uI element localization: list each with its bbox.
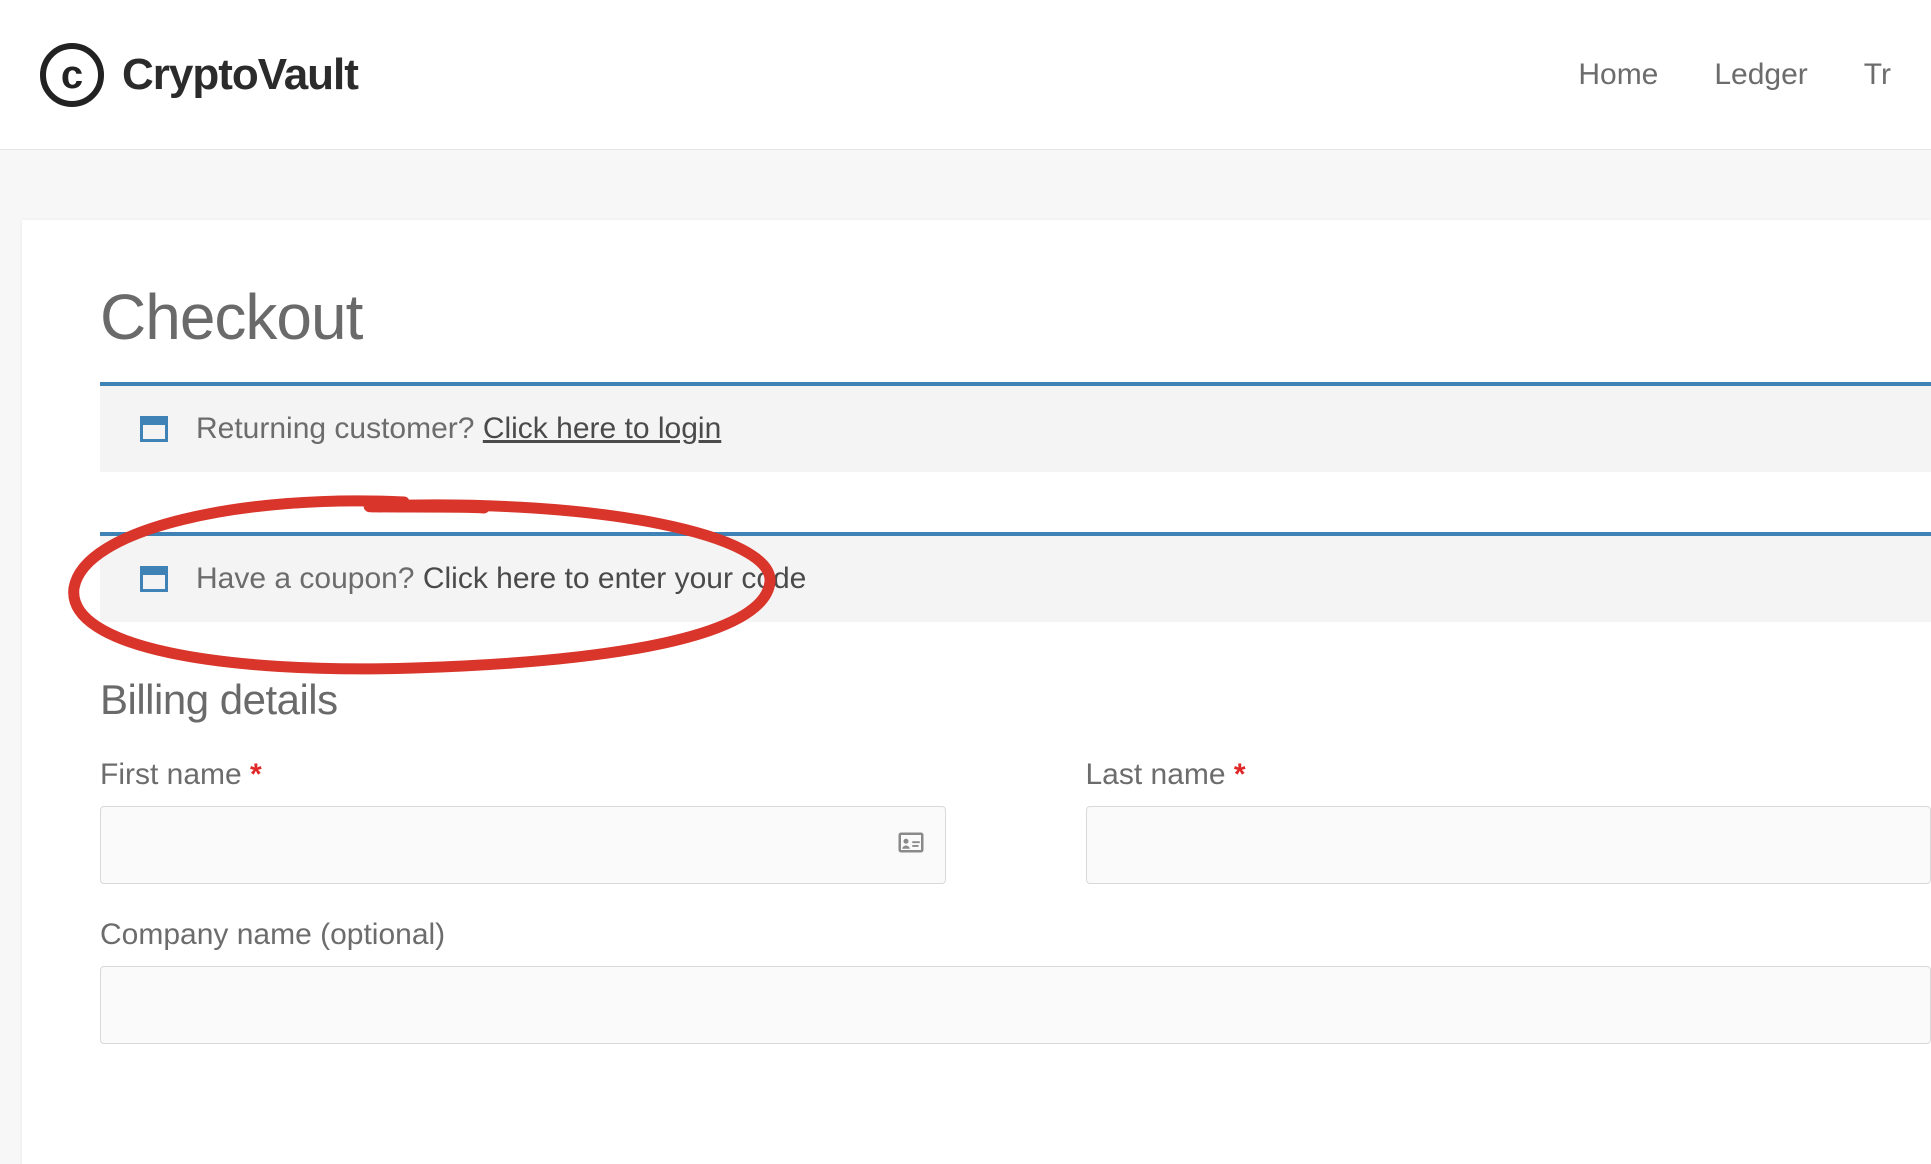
- login-notice-text: Returning customer? Click here to login: [196, 412, 721, 446]
- first-name-group: First name *: [100, 758, 946, 884]
- billing-heading: Billing details: [100, 676, 1931, 724]
- brand[interactable]: c CryptoVault: [40, 43, 358, 107]
- company-label: Company name (optional): [100, 918, 1931, 952]
- contact-card-icon: [896, 828, 926, 863]
- first-name-input[interactable]: [100, 806, 946, 884]
- site-header: c CryptoVault Home Ledger Tr: [0, 0, 1931, 150]
- first-name-label-text: First name: [100, 758, 250, 791]
- last-name-label: Last name *: [1086, 758, 1931, 792]
- login-link[interactable]: Click here to login: [483, 412, 721, 445]
- name-row: First name * Last name *: [100, 758, 1931, 884]
- required-marker: *: [250, 758, 262, 791]
- top-nav: Home Ledger Tr: [1578, 58, 1891, 92]
- window-icon: [140, 416, 168, 442]
- company-input[interactable]: [100, 966, 1931, 1044]
- last-name-label-text: Last name: [1086, 758, 1234, 791]
- nav-home[interactable]: Home: [1578, 58, 1658, 92]
- last-name-input[interactable]: [1086, 806, 1931, 884]
- login-notice-prefix: Returning customer?: [196, 412, 483, 445]
- company-group: Company name (optional): [100, 918, 1931, 1044]
- coupon-notice-prefix: Have a coupon?: [196, 562, 423, 595]
- window-icon: [140, 566, 168, 592]
- coupon-notice: Have a coupon? Click here to enter your …: [100, 532, 1931, 622]
- login-notice: Returning customer? Click here to login: [100, 382, 1931, 472]
- copyright-logo-icon: c: [40, 43, 104, 107]
- last-name-group: Last name *: [1086, 758, 1931, 884]
- page-wrap: Checkout Returning customer? Click here …: [0, 150, 1931, 1164]
- coupon-link[interactable]: Click here to enter your code: [423, 562, 807, 595]
- checkout-card: Checkout Returning customer? Click here …: [22, 220, 1931, 1164]
- brand-name: CryptoVault: [122, 50, 358, 100]
- nav-trezor[interactable]: Tr: [1864, 58, 1891, 92]
- required-marker: *: [1234, 758, 1246, 791]
- first-name-label: First name *: [100, 758, 946, 792]
- page-title: Checkout: [100, 280, 1931, 354]
- coupon-notice-text: Have a coupon? Click here to enter your …: [196, 562, 806, 596]
- nav-ledger[interactable]: Ledger: [1714, 58, 1807, 92]
- coupon-notice-wrap: Have a coupon? Click here to enter your …: [100, 532, 1931, 622]
